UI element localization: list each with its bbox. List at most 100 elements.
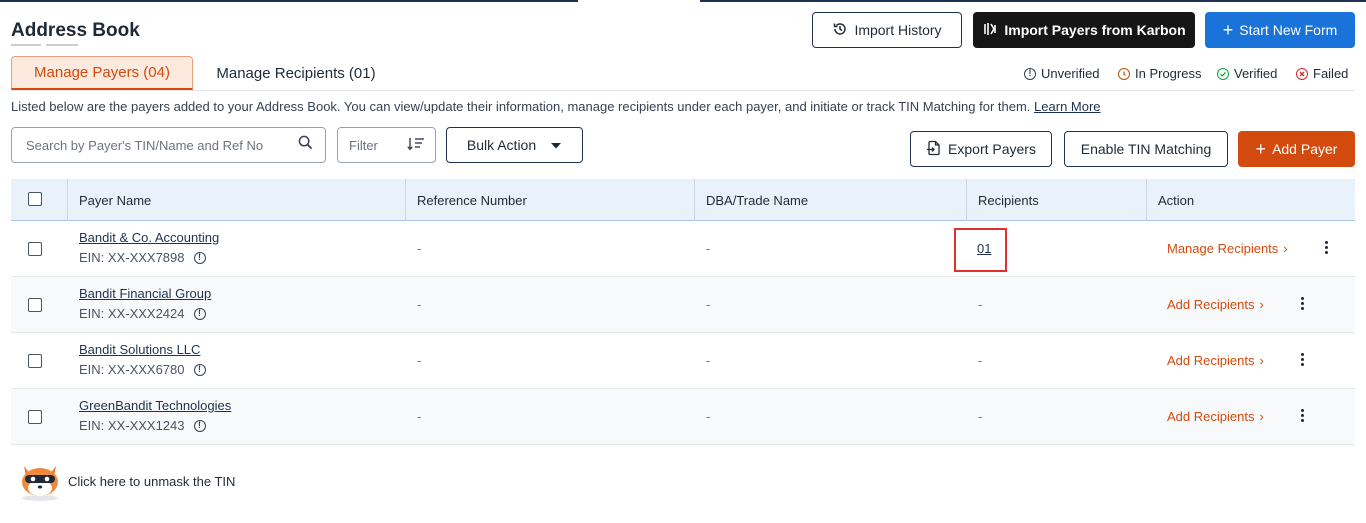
row-checkbox[interactable]	[28, 410, 42, 424]
top-progress-bar-left	[0, 0, 578, 2]
ein-text: EIN: XX-XXX7898	[79, 250, 185, 265]
bulk-action-label: Bulk Action	[466, 137, 537, 153]
legend-verified-label: Verified	[1234, 66, 1278, 81]
info-icon[interactable]: !	[193, 307, 206, 320]
add-payer-button[interactable]: + Add Payer	[1238, 131, 1355, 167]
add-recipients-link[interactable]: Add Recipients ›	[1167, 409, 1264, 424]
legend-in-progress: In Progress	[1118, 66, 1201, 81]
history-icon	[832, 21, 848, 40]
action-label: Add Recipients	[1167, 409, 1255, 424]
payer-ein: EIN: XX-XXX2424 !	[79, 306, 206, 321]
column-header-recipients[interactable]: Recipients	[978, 179, 1039, 221]
unmask-tin-text[interactable]: Click here to unmask the TIN	[68, 474, 235, 489]
export-icon	[926, 140, 942, 159]
ein-text: EIN: XX-XXX1243	[79, 418, 185, 433]
payer-name-link[interactable]: GreenBandit Technologies	[79, 398, 231, 413]
payer-ein: EIN: XX-XXX7898 !	[79, 250, 206, 265]
page-title: Address Book	[11, 20, 140, 41]
import-history-label: Import History	[854, 22, 942, 38]
chevron-right-icon: ›	[1259, 353, 1264, 368]
action-label: Add Recipients	[1167, 297, 1255, 312]
filter-label: Filter	[349, 137, 378, 153]
column-header-dba[interactable]: DBA/Trade Name	[706, 179, 808, 221]
chevron-right-icon: ›	[1259, 297, 1264, 312]
dba-name: -	[706, 409, 711, 424]
chevron-right-icon: ›	[1259, 409, 1264, 424]
column-divider	[694, 179, 695, 221]
reference-number: -	[417, 297, 422, 312]
reference-number: -	[417, 409, 422, 424]
karbon-logo-icon	[982, 21, 998, 40]
add-recipients-link[interactable]: Add Recipients ›	[1167, 353, 1264, 368]
caret-down-icon	[550, 137, 562, 153]
recipients-count: -	[978, 353, 983, 368]
column-header-payer-name[interactable]: Payer Name	[79, 179, 151, 221]
column-divider	[67, 179, 68, 221]
more-options-icon[interactable]	[1324, 241, 1328, 254]
page-description: Listed below are the payers added to you…	[11, 99, 1101, 114]
start-new-form-button[interactable]: + Start New Form	[1205, 12, 1355, 48]
row-checkbox[interactable]	[28, 298, 42, 312]
bulk-action-dropdown[interactable]: Bulk Action	[446, 127, 583, 163]
more-options-icon[interactable]	[1300, 353, 1304, 366]
add-recipients-link[interactable]: Add Recipients ›	[1167, 297, 1264, 312]
row-checkbox[interactable]	[28, 242, 42, 256]
recipients-count: -	[978, 409, 983, 424]
more-options-icon[interactable]	[1300, 297, 1304, 310]
payer-name-link[interactable]: Bandit Solutions LLC	[79, 342, 200, 357]
row-checkbox[interactable]	[28, 354, 42, 368]
tab-manage-payers[interactable]: Manage Payers (04)	[11, 56, 193, 90]
info-icon[interactable]: !	[193, 251, 206, 264]
enable-tin-matching-button[interactable]: Enable TIN Matching	[1064, 131, 1228, 167]
payers-table: Payer Name Reference Number DBA/Trade Na…	[11, 179, 1355, 445]
recipients-count: -	[978, 297, 983, 312]
import-karbon-button[interactable]: Import Payers from Karbon	[973, 12, 1195, 48]
search-input[interactable]	[26, 137, 298, 153]
column-divider	[1146, 179, 1147, 221]
column-divider	[405, 179, 406, 221]
reference-number: -	[417, 353, 422, 368]
info-icon: !	[1024, 67, 1036, 80]
search-box[interactable]	[11, 127, 326, 163]
filter-button[interactable]: Filter	[337, 127, 436, 163]
bandit-mascot-icon[interactable]	[16, 458, 64, 505]
table-row: Bandit & Co. Accounting EIN: XX-XXX7898 …	[11, 221, 1355, 277]
top-progress-bar-right	[700, 0, 1366, 2]
manage-recipients-link[interactable]: Manage Recipients ›	[1167, 241, 1288, 256]
legend-failed: Failed	[1296, 66, 1348, 81]
title-underline-right	[46, 44, 78, 46]
column-header-reference-number[interactable]: Reference Number	[417, 179, 527, 221]
legend-in-progress-label: In Progress	[1135, 66, 1202, 81]
table-row: Bandit Solutions LLC EIN: XX-XXX6780 ! -…	[11, 333, 1355, 389]
description-text: Listed below are the payers added to you…	[11, 99, 1031, 114]
info-icon[interactable]: !	[193, 419, 206, 432]
enable-tin-matching-label: Enable TIN Matching	[1080, 141, 1212, 157]
ein-text: EIN: XX-XXX6780	[79, 362, 185, 377]
export-payers-label: Export Payers	[948, 141, 1036, 157]
reference-number: -	[417, 241, 422, 256]
legend-unverified-label: Unverified	[1041, 66, 1100, 81]
payer-name-link[interactable]: Bandit Financial Group	[79, 286, 211, 301]
plus-icon: +	[1222, 20, 1234, 40]
select-all-checkbox[interactable]	[28, 192, 42, 206]
search-icon[interactable]	[298, 135, 313, 155]
payer-name-link[interactable]: Bandit & Co. Accounting	[79, 230, 219, 245]
more-options-icon[interactable]	[1300, 409, 1304, 422]
title-underline-left	[11, 44, 41, 46]
unmask-tin-control[interactable]: Click here to unmask the TIN	[16, 458, 235, 505]
tab-manage-recipients[interactable]: Manage Recipients (01)	[203, 56, 389, 90]
info-icon[interactable]: !	[193, 363, 206, 376]
action-label: Add Recipients	[1167, 353, 1255, 368]
payer-ein: EIN: XX-XXX6780 !	[79, 362, 206, 377]
legend-failed-label: Failed	[1313, 66, 1349, 81]
table-row: GreenBandit Technologies EIN: XX-XXX1243…	[11, 389, 1355, 445]
import-karbon-label: Import Payers from Karbon	[1004, 22, 1186, 38]
column-divider	[966, 179, 967, 221]
import-history-button[interactable]: Import History	[812, 12, 962, 48]
learn-more-link[interactable]: Learn More	[1034, 99, 1100, 114]
export-payers-button[interactable]: Export Payers	[910, 131, 1052, 167]
clock-icon	[1118, 67, 1130, 80]
table-header: Payer Name Reference Number DBA/Trade Na…	[11, 179, 1355, 221]
plus-icon: +	[1255, 139, 1267, 159]
dba-name: -	[706, 353, 711, 368]
